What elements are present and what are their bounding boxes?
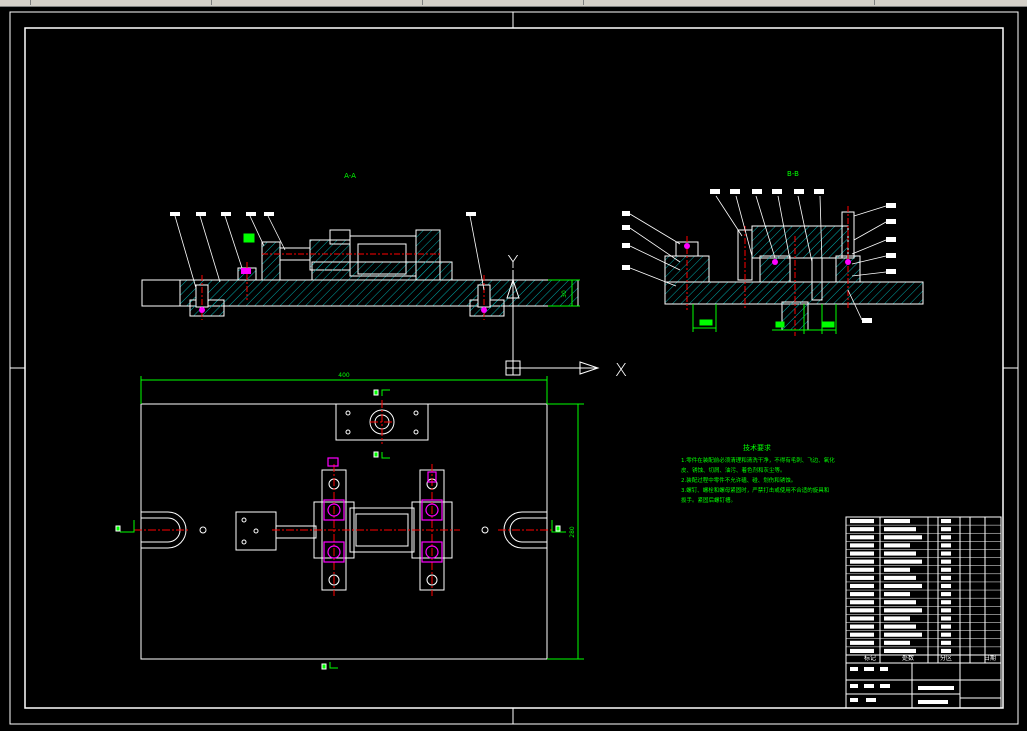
parts-row-text [884, 559, 922, 564]
plan-width-dimension: 400 [338, 372, 350, 379]
plan-dimension-lines [140, 376, 584, 660]
title-block-fill [850, 667, 954, 704]
section-a-label: A-A [344, 172, 356, 180]
footer-label: 分区 [940, 654, 952, 662]
parts-row-text [884, 551, 916, 556]
parts-row-text [850, 519, 874, 524]
parts-row-text [941, 567, 951, 572]
side-section-view [664, 211, 924, 331]
tech-note-line: 扳手。紧固后螺钉槽。 [681, 496, 736, 504]
window-title-bar [0, 0, 1027, 7]
parts-row-text [850, 543, 874, 548]
parts-row-text [850, 535, 874, 540]
parts-row-text [941, 592, 951, 597]
parts-row-text [941, 535, 951, 540]
tech-note-line: 1.零件在装配前必须清理和清洗干净，不得有毛刺、飞边、氧化 [681, 456, 835, 464]
parts-list [846, 519, 1001, 653]
parts-row-text [941, 600, 951, 605]
parts-row-text [884, 632, 922, 637]
parts-row-text [884, 543, 910, 548]
parts-row-text [884, 527, 916, 532]
side-dimension-lines [692, 304, 837, 334]
ucs-y-label: Y [508, 252, 519, 273]
parts-row-text [941, 543, 951, 548]
parts-row-text [941, 624, 951, 629]
front-height-dimension: 30 [561, 290, 568, 298]
parts-row-text [884, 624, 916, 629]
footer-label: 处数 [902, 654, 914, 662]
tech-note-line: 3.螺钉、螺栓和螺母紧固时，严禁打击或使用不合适的旋具和 [681, 486, 829, 494]
parts-row-text [941, 648, 951, 653]
toolbar-tab[interactable] [212, 0, 423, 5]
parts-row-text [850, 559, 874, 564]
parts-row-text [850, 575, 874, 580]
parts-row-text [884, 608, 922, 613]
parts-row-text [884, 592, 910, 597]
parts-row-text [941, 583, 951, 589]
parts-row-text [850, 640, 874, 645]
parts-row-text [850, 551, 874, 556]
ucs-x-label: X [615, 360, 627, 381]
parts-row-text [941, 640, 951, 645]
parts-row-text [850, 527, 874, 532]
toolbar-tab[interactable] [423, 0, 584, 5]
parts-row-text [850, 608, 874, 613]
parts-row-text [884, 519, 910, 524]
parts-row-text [941, 559, 951, 564]
parts-row-text [850, 648, 874, 653]
parts-row-text [884, 600, 916, 605]
section-b-label: B-B [787, 170, 799, 178]
tech-note-line: 皮、锈蚀、切屑、油污、着色剂和灰尘等。 [681, 466, 786, 474]
parts-row-text [941, 575, 951, 580]
parts-row-text [884, 575, 916, 580]
parts-row-text [850, 616, 874, 621]
parts-row-text [850, 583, 874, 589]
footer-label: 日期 [984, 654, 996, 662]
parts-row-text [884, 567, 910, 572]
parts-row-text [884, 583, 922, 589]
parts-row-text [941, 608, 951, 613]
parts-row-text [941, 519, 951, 524]
parts-row-text [850, 567, 874, 572]
parts-row-text [941, 527, 951, 532]
parts-row-text [941, 616, 951, 621]
parts-row-text [941, 551, 951, 556]
toolbar-tab[interactable] [31, 0, 212, 5]
plan-height-dimension: 280 [569, 526, 576, 538]
toolbar-tab[interactable] [0, 0, 31, 5]
tech-notes-title: 技术要求 [743, 443, 771, 452]
parts-row-text [850, 600, 874, 605]
parts-row-text [941, 632, 951, 637]
parts-row-text [884, 616, 910, 621]
parts-row-text [884, 648, 916, 653]
plan-centerlines [134, 400, 552, 596]
toolbar-tab[interactable] [875, 0, 1027, 5]
plan-view [140, 403, 548, 660]
front-balloons [170, 212, 476, 216]
parts-row-text [884, 640, 910, 645]
parts-row-text [850, 632, 874, 637]
tech-note-line: 2.装配过程中零件不允许磕、碰、划伤和锈蚀。 [681, 476, 796, 484]
parts-row-text [884, 535, 922, 540]
parts-row-text [850, 592, 874, 597]
parts-row-text [850, 624, 874, 629]
footer-label: 标记 [864, 654, 876, 662]
drawing-canvas[interactable]: A-A 30 B-B Y X 400 280 技术要求 1.零件在装配前必须清理… [0, 7, 1027, 731]
toolbar-tab[interactable] [584, 0, 875, 5]
